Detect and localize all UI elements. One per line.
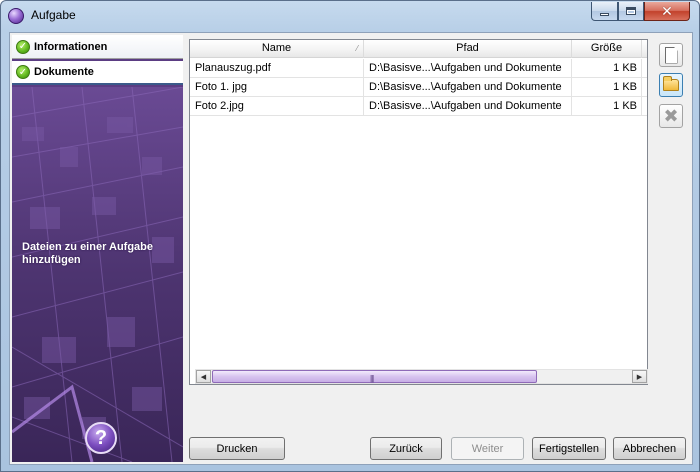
column-header-path[interactable]: Pfad xyxy=(364,40,572,58)
scroll-thumb[interactable]: ||| xyxy=(212,370,537,383)
sidebar-city-map-image xyxy=(12,87,183,462)
column-header-size[interactable]: Größe xyxy=(572,40,642,58)
check-icon: ✓ xyxy=(16,65,30,79)
step-description: Dateien zu einer Aufgabe hinzufügen xyxy=(22,241,154,266)
wizard-sidebar: ✓ Informationen ✓ Dokumente Dateien zu e… xyxy=(12,35,183,462)
next-button[interactable]: Weiter xyxy=(451,437,524,460)
cell-name: Foto 2.jpg xyxy=(190,97,364,115)
help-button[interactable]: ? xyxy=(85,422,117,454)
sidebar-item-dokumente[interactable]: ✓ Dokumente xyxy=(12,61,183,85)
close-icon: ✕ xyxy=(661,3,673,19)
sidebar-item-label: Informationen xyxy=(34,40,108,53)
dialog-window: Aufgabe ✕ ✓ Informationen ✓ Dokumente Da… xyxy=(0,0,700,472)
open-folder-button[interactable] xyxy=(659,73,683,97)
list-rows: Planauszug.pdf D:\Basisve...\Aufgaben un… xyxy=(190,59,647,116)
maximize-button[interactable] xyxy=(618,2,644,21)
cell-size: 1 KB xyxy=(572,97,642,115)
cell-size: 1 KB xyxy=(572,78,642,96)
document-list[interactable]: Name ⁄ Pfad Größe Planauszug.pdf D:\Basi… xyxy=(189,39,648,385)
delete-document-button[interactable]: ✖ xyxy=(659,104,683,128)
cell-size: 1 KB xyxy=(572,59,642,77)
grip-icon: ||| xyxy=(370,374,374,383)
new-document-icon xyxy=(664,46,678,64)
scroll-right-button[interactable]: ▶ xyxy=(632,370,647,383)
cancel-button[interactable]: Abbrechen xyxy=(613,437,686,460)
sort-ascending-icon: ⁄ xyxy=(356,44,358,53)
close-button[interactable]: ✕ xyxy=(644,2,690,21)
minimize-icon xyxy=(600,12,609,16)
cell-path: D:\Basisve...\Aufgaben und Dokumente xyxy=(364,78,572,96)
print-button[interactable]: Drucken xyxy=(189,437,285,460)
table-row[interactable]: Foto 1. jpg D:\Basisve...\Aufgaben und D… xyxy=(190,78,647,97)
window-title: Aufgabe xyxy=(31,8,76,22)
sidebar-item-informationen[interactable]: ✓ Informationen xyxy=(12,35,183,59)
cell-path: D:\Basisve...\Aufgaben und Dokumente xyxy=(364,59,572,77)
sidebar-item-label: Dokumente xyxy=(34,66,94,78)
table-row[interactable]: Planauszug.pdf D:\Basisve...\Aufgaben un… xyxy=(190,59,647,78)
finish-button[interactable]: Fertigstellen xyxy=(532,437,606,460)
maximize-icon xyxy=(626,7,636,15)
horizontal-scrollbar[interactable]: ◀ ||| ▶ xyxy=(195,369,648,384)
app-orb-icon xyxy=(8,8,24,24)
table-row[interactable]: Foto 2.jpg D:\Basisve...\Aufgaben und Do… xyxy=(190,97,647,116)
minimize-button[interactable] xyxy=(591,2,618,21)
title-bar[interactable]: Aufgabe ✕ xyxy=(1,1,699,31)
back-button[interactable]: Zurück xyxy=(370,437,442,460)
dialog-client: ✓ Informationen ✓ Dokumente Dateien zu e… xyxy=(9,32,693,465)
cell-path: D:\Basisve...\Aufgaben und Dokumente xyxy=(364,97,572,115)
open-folder-icon xyxy=(663,76,679,91)
list-header: Name ⁄ Pfad Größe xyxy=(190,40,647,58)
scroll-left-button[interactable]: ◀ xyxy=(196,370,211,383)
column-header-name[interactable]: Name ⁄ xyxy=(190,40,364,58)
cell-name: Foto 1. jpg xyxy=(190,78,364,96)
cell-name: Planauszug.pdf xyxy=(190,59,364,77)
delete-icon: ✖ xyxy=(663,106,679,126)
check-icon: ✓ xyxy=(16,39,30,54)
new-document-button[interactable] xyxy=(659,43,683,67)
